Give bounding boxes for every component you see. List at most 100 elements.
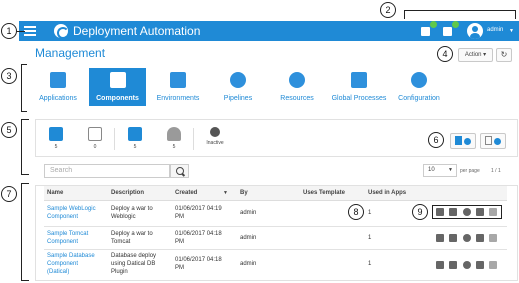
notification-badge [452,21,459,28]
deactivate-icon[interactable] [463,261,471,269]
deactivate-icon[interactable] [463,234,471,242]
per-page-select[interactable]: 10 ▼ [423,164,457,177]
edit-icon[interactable] [436,261,444,269]
desc-line: Deploy a war to [111,206,153,212]
callout-1: 1 [1,23,17,39]
applications-icon [50,72,66,88]
component-icon [49,127,63,141]
column-header-by[interactable]: By [240,190,248,196]
gear-icon [463,138,471,145]
component-name-link[interactable]: Sample Database Component (Datical) [47,252,95,276]
desc-line: Deploy a war to [111,231,153,237]
nav-pipelines[interactable]: Pipelines [215,68,261,106]
gear-icon [493,138,501,145]
name-line: Component [47,214,79,220]
used-in-apps-count: 1 [368,210,372,216]
column-header-description[interactable]: Description [111,190,144,196]
export-icon[interactable] [476,234,484,242]
copy-icon[interactable] [449,208,457,216]
filter-template-components[interactable]: 0 [83,127,107,150]
search-input[interactable]: Search [44,164,170,178]
date-line: 01/06/2017 04:19 [175,206,222,212]
nav-label: Configuration [398,95,440,102]
component-name-link[interactable]: Sample WebLogic Component [47,205,96,221]
nav-applications[interactable]: Applications [35,68,81,106]
desc-line: using Datical DB [111,261,156,267]
delete-icon[interactable] [489,208,497,216]
delete-icon[interactable] [489,234,497,242]
nav-global-processes[interactable]: Global Processes [329,68,389,106]
name-line: Component [47,239,79,245]
component-outline-icon [88,127,102,141]
page-title: Management [35,46,106,60]
date-line: 01/06/2017 04:18 [175,257,222,263]
name-line: Sample Tomcat [47,231,89,237]
search-icon[interactable] [170,164,189,178]
refresh-button[interactable]: ↻ [496,48,512,62]
column-header-uses-template[interactable]: Uses Template [303,190,345,196]
callout-6: 6 [428,132,444,148]
edit-icon[interactable] [436,208,444,216]
callout-bracket [21,183,29,281]
filter-count: 5 [172,144,176,150]
user-name[interactable]: admin [487,27,503,33]
row-divider [44,249,507,250]
callout-8: 8 [348,204,364,220]
delete-icon[interactable] [489,261,497,269]
name-line: Sample WebLogic [47,206,96,212]
nav-label: Global Processes [331,95,387,102]
component-name-link[interactable]: Sample Tomcat Component [47,230,88,246]
callout-line [17,31,25,32]
nav-label: Applications [39,95,77,102]
hamburger-menu-icon[interactable] [23,24,37,38]
desc-line: Plugin [111,269,128,275]
desc-line: Database deploy [111,253,157,259]
divider [193,128,194,150]
filter-count: 5 [54,144,58,150]
component-description: Database deploy using Datical DB Plugin [111,252,156,276]
nav-label: Components [96,95,139,102]
filter-active-components[interactable]: 5 [44,127,68,150]
row-divider [44,226,507,227]
callout-bracket [404,10,516,19]
import-component-button[interactable] [480,133,506,149]
column-header-name[interactable]: Name [47,190,63,196]
desc-line: Tomcat [111,239,131,245]
callout-bracket [21,119,29,175]
callout-9: 9 [412,204,428,220]
export-icon[interactable] [476,261,484,269]
column-header-used-in-apps[interactable]: Used in Apps [368,190,406,196]
filter-inactive[interactable]: Inactive [201,127,229,146]
nav-resources[interactable]: Resources [274,68,320,106]
avatar[interactable] [467,23,483,39]
nav-label: Pipelines [223,95,253,102]
nav-environments[interactable]: Environments [153,68,203,106]
nav-components[interactable]: Components [89,68,146,106]
chevron-down-icon[interactable]: ▼ [509,28,514,34]
nav-configuration[interactable]: Configuration [394,68,444,106]
column-header-created[interactable]: Created [175,190,197,196]
page-indicator: 1 / 1 [491,168,501,174]
copy-icon[interactable] [449,234,457,242]
notification-badge [430,21,437,28]
sort-desc-icon[interactable]: ▼ [223,190,228,196]
copy-icon[interactable] [449,261,457,269]
created-date: 01/06/2017 04:19 PM [175,205,222,221]
deactivate-icon[interactable] [463,208,471,216]
pipelines-icon [230,72,246,88]
app-title: Deployment Automation [73,24,201,38]
action-dropdown-button[interactable]: Action ▾ [458,48,493,62]
inbox-icon[interactable] [442,21,459,37]
created-by: admin [240,210,257,216]
configuration-icon [411,72,427,88]
created-by: admin [240,261,257,267]
name-line: Sample Database [47,253,95,259]
create-component-button[interactable] [450,133,476,149]
filter-group[interactable]: 5 [162,127,186,150]
used-in-apps-count: 1 [368,261,372,267]
approvals-icon[interactable] [420,21,437,37]
filter-user[interactable]: 5 [123,127,147,150]
edit-icon[interactable] [436,234,444,242]
environments-icon [170,72,186,88]
export-icon[interactable] [476,208,484,216]
